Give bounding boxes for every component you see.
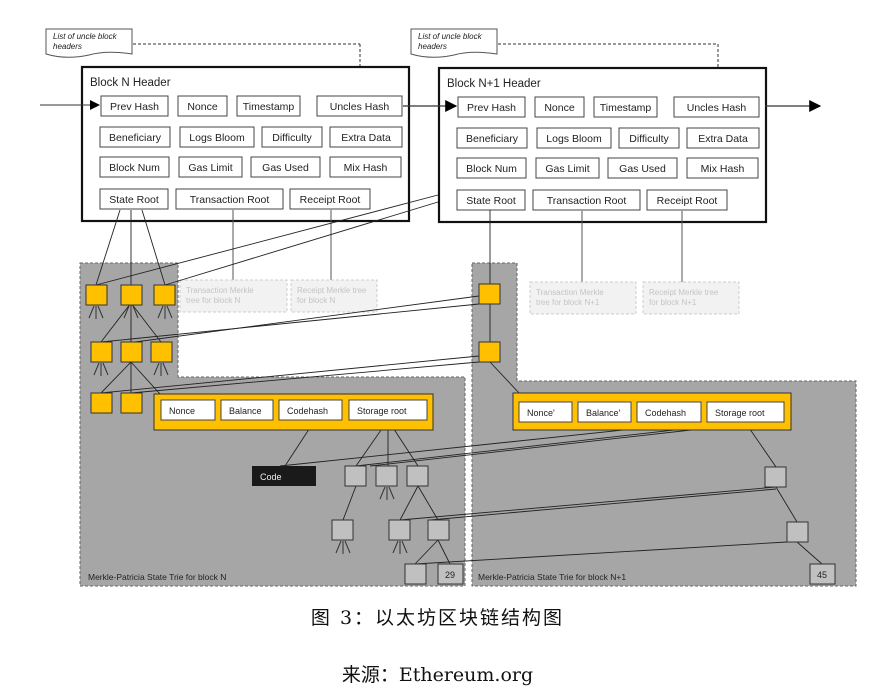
- storage-leaf-value: 45: [817, 570, 827, 580]
- header-field-label: Receipt Root: [300, 194, 361, 206]
- state-trie-node: [90, 341, 113, 363]
- header-field-label: Uncles Hash: [687, 102, 747, 114]
- account-field-label: Storage root: [715, 408, 765, 418]
- block-header-title: Block N+1 Header: [447, 78, 541, 90]
- header-field-label: Nonce: [544, 102, 575, 114]
- header-field-label: Gas Limit: [545, 163, 589, 175]
- header-field-label: Logs Bloom: [189, 132, 245, 144]
- storage-trie-node: [375, 465, 398, 487]
- header-field-label: Gas Used: [262, 162, 309, 174]
- merkle-tree-label: Transaction Merkle: [186, 286, 254, 295]
- account-field-label: Nonce': [527, 408, 555, 418]
- note-text: List of uncle block: [53, 32, 118, 41]
- merkle-tree-label: Receipt Merkle tree: [649, 288, 719, 297]
- account-field-label: Balance: [229, 406, 262, 416]
- merkle-tree-label: tree for block N: [186, 296, 240, 305]
- merkle-tree-label: for block N+1: [649, 298, 697, 307]
- state-trie-node: [153, 284, 176, 306]
- header-field-label: Beneficiary: [466, 133, 519, 145]
- header-field-label: Block Num: [466, 163, 517, 175]
- storage-trie-node: [388, 519, 411, 541]
- state-trie-node: [120, 392, 143, 414]
- header-field-label: Extra Data: [341, 132, 391, 144]
- state-trie-node: [90, 392, 113, 414]
- storage-leaf-value: 29: [445, 570, 455, 580]
- note-text: List of uncle block: [418, 32, 483, 41]
- state-trie-node: [150, 341, 173, 363]
- state-trie-node: [478, 283, 501, 305]
- ethereum-blockchain-diagram: List of uncle blockheadersList of uncle …: [40, 28, 857, 587]
- header-field-label: State Root: [109, 194, 159, 206]
- header-field-label: Prev Hash: [110, 101, 159, 113]
- merkle-tree-label: for block N: [297, 296, 335, 305]
- note-text: headers: [418, 42, 447, 51]
- header-field-label: Difficulty: [272, 132, 312, 144]
- header-field-label: Timestamp: [600, 102, 652, 114]
- account-field-label: Codehash: [645, 408, 686, 418]
- header-field-label: Transaction Root: [547, 195, 627, 207]
- account-field-label: Balance': [586, 408, 621, 418]
- storage-trie-node: [427, 519, 450, 541]
- header-field-label: Extra Data: [698, 133, 748, 145]
- account-field-label: Nonce: [169, 406, 195, 416]
- figure-caption: 图 3：以太坊区块链结构图: [310, 607, 565, 629]
- storage-trie-node: [786, 521, 809, 543]
- header-field-label: Prev Hash: [467, 102, 516, 114]
- account-field-label: Storage root: [357, 406, 407, 416]
- account-field-label: Codehash: [287, 406, 328, 416]
- header-field-label: Beneficiary: [109, 132, 162, 144]
- header-field-label: Nonce: [187, 101, 218, 113]
- state-trie-label: Merkle-Patricia State Trie for block N+1: [478, 572, 626, 582]
- state-trie-node: [478, 341, 501, 363]
- storage-trie-node: [331, 519, 354, 541]
- header-field-label: Difficulty: [629, 133, 669, 145]
- header-field-label: Gas Used: [619, 163, 666, 175]
- state-trie-node: [120, 284, 143, 306]
- header-field-label: Gas Limit: [188, 162, 232, 174]
- figure-source: 来源：Ethereum.org: [341, 664, 534, 686]
- storage-trie-node: [344, 465, 367, 487]
- header-field-label: Block Num: [109, 162, 160, 174]
- merkle-tree-label: Receipt Merkle tree: [297, 286, 367, 295]
- storage-trie-node: [404, 563, 427, 585]
- storage-trie-node: [764, 466, 787, 488]
- state-trie-label: Merkle-Patricia State Trie for block N: [88, 572, 226, 582]
- merkle-tree-label: tree for block N+1: [536, 298, 600, 307]
- header-field-label: Mix Hash: [344, 162, 388, 174]
- header-field-label: Logs Bloom: [546, 133, 602, 145]
- header-field-label: Receipt Root: [657, 195, 718, 207]
- storage-trie-node: [406, 465, 429, 487]
- header-field-label: State Root: [466, 195, 516, 207]
- header-field-label: Transaction Root: [190, 194, 270, 206]
- header-field-label: Timestamp: [243, 101, 295, 113]
- state-trie-node: [85, 284, 108, 306]
- header-field-label: Uncles Hash: [330, 101, 390, 113]
- merkle-tree-label: Transaction Merkle: [536, 288, 604, 297]
- state-trie-node: [120, 341, 143, 363]
- code-label: Code: [260, 472, 282, 482]
- block-header-title: Block N Header: [90, 77, 171, 89]
- header-field-label: Mix Hash: [701, 163, 745, 175]
- note-text: headers: [53, 42, 82, 51]
